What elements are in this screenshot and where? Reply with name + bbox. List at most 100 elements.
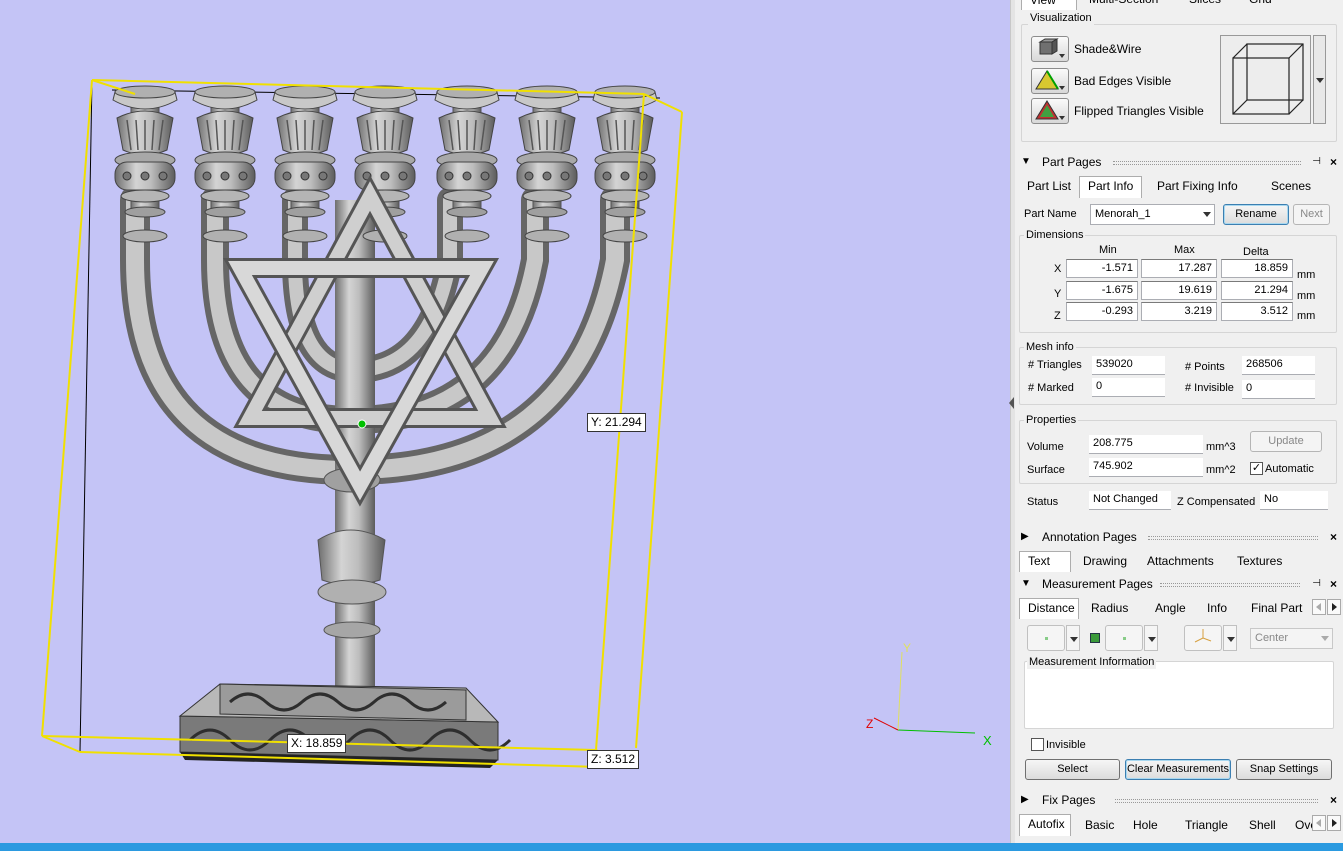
tabs-scroll-left[interactable] — [1312, 599, 1326, 615]
rename-button[interactable]: Rename — [1223, 204, 1289, 225]
points-value: 268506 — [1242, 356, 1315, 375]
chevron-down-icon — [1070, 637, 1078, 642]
tab-textures[interactable]: Textures — [1229, 552, 1290, 572]
select-button[interactable]: Select — [1025, 759, 1120, 780]
surface-unit: mm^2 — [1206, 464, 1236, 476]
model-scene[interactable]: X Y Z — [0, 0, 1010, 843]
close-icon[interactable]: × — [1330, 528, 1337, 546]
tab-slices[interactable]: Slices — [1181, 0, 1229, 10]
expand-triangle-icon[interactable]: ▶ — [1021, 528, 1029, 546]
dim-z-delta[interactable]: 3.512 — [1221, 302, 1293, 321]
bad-edges-icon — [1035, 70, 1065, 90]
chevron-down-icon — [1148, 637, 1156, 642]
fix-tabs-scroll-left[interactable] — [1312, 815, 1326, 831]
tabs-scroll-right[interactable] — [1327, 599, 1341, 615]
dim-x-max[interactable]: 17.287 — [1141, 259, 1217, 278]
collapse-arrow-icon[interactable] — [1009, 397, 1014, 409]
tab-distance[interactable]: Distance — [1019, 598, 1079, 619]
z-compensated-label: Z Compensated — [1177, 496, 1256, 508]
part-name-label: Part Name — [1024, 208, 1077, 220]
dim-z-min[interactable]: -0.293 — [1066, 302, 1138, 321]
annotation-pages-header[interactable]: ▶ Annotation Pages × — [1015, 528, 1343, 546]
tab-hole[interactable]: Hole — [1125, 816, 1166, 836]
update-button[interactable]: Update — [1250, 431, 1322, 452]
dim-y-max[interactable]: 19.619 — [1141, 281, 1217, 300]
tab-multi-section[interactable]: Multi-Section — [1081, 0, 1166, 10]
fix-tabs-scroll-right[interactable] — [1327, 815, 1341, 831]
grip-dots — [1113, 161, 1301, 165]
measurement-pages-header[interactable]: ▼ Measurement Pages ⊣ × — [1015, 575, 1343, 593]
dim-z-max[interactable]: 3.219 — [1141, 302, 1217, 321]
dim-y-unit: mm — [1297, 290, 1316, 302]
part-pages-header[interactable]: ▼ Part Pages ⊣ × — [1015, 153, 1343, 171]
tab-overlap[interactable]: Over — [1291, 816, 1313, 836]
tab-scenes[interactable]: Scenes — [1263, 177, 1319, 197]
flipped-triangles-icon — [1035, 100, 1065, 120]
invisible-count-value: 0 — [1242, 380, 1315, 399]
fix-pages-header[interactable]: ▶ Fix Pages × — [1015, 791, 1343, 809]
snap-settings-button[interactable]: Snap Settings — [1236, 759, 1332, 780]
dim-y-delta[interactable]: 21.294 — [1221, 281, 1293, 300]
tab-view[interactable]: View — [1021, 0, 1077, 10]
automatic-checkbox[interactable]: ✓ — [1250, 462, 1263, 475]
tab-part-fixing-info[interactable]: Part Fixing Info — [1149, 177, 1246, 197]
bad-edges-button[interactable] — [1031, 68, 1069, 94]
tab-shell[interactable]: Shell — [1241, 816, 1284, 836]
tab-final-part[interactable]: Final Part — [1243, 599, 1310, 619]
fix-pages-title: Fix Pages — [1042, 793, 1096, 807]
automatic-label: Automatic — [1265, 463, 1314, 475]
axis-snap-button[interactable] — [1184, 625, 1222, 651]
tab-triangle[interactable]: Triangle — [1177, 816, 1236, 836]
part-name-select[interactable]: Menorah_1 — [1090, 204, 1215, 225]
dim-axis-z: Z — [1054, 310, 1061, 322]
tab-autofix[interactable]: Autofix — [1019, 814, 1071, 836]
measure-point-a-dropdown[interactable] — [1066, 625, 1080, 651]
snap-mode-select[interactable]: Center — [1250, 628, 1333, 649]
tab-angle[interactable]: Angle — [1147, 599, 1194, 619]
tab-info[interactable]: Info — [1199, 599, 1235, 619]
view-cube-dropdown[interactable] — [1313, 35, 1326, 124]
next-button[interactable]: Next — [1293, 204, 1330, 225]
pin-icon[interactable]: ⊣ — [1312, 153, 1321, 171]
flipped-triangles-button[interactable] — [1031, 98, 1069, 124]
collapse-triangle-icon[interactable]: ▼ — [1021, 153, 1031, 171]
tab-drawing[interactable]: Drawing — [1075, 552, 1135, 572]
3d-viewport[interactable]: X Y Z Y: 21.294 X: 18.859 Z: 3.512 — [0, 0, 1010, 843]
part-name-value: Menorah_1 — [1095, 208, 1151, 220]
measurement-info-box — [1024, 661, 1334, 729]
dim-axis-x: X — [1054, 263, 1062, 275]
snap-mode-value: Center — [1255, 632, 1289, 644]
tab-text[interactable]: Text — [1019, 551, 1071, 572]
close-icon[interactable]: × — [1330, 153, 1337, 171]
status-label: Status — [1027, 496, 1059, 508]
pin-icon[interactable]: ⊣ — [1312, 575, 1321, 593]
clear-measurements-button[interactable]: Clear Measurements — [1125, 759, 1231, 780]
annotation-pages-title: Annotation Pages — [1042, 530, 1137, 544]
dim-x-min[interactable]: -1.571 — [1066, 259, 1138, 278]
shade-wire-button[interactable] — [1031, 36, 1069, 62]
dim-y-min[interactable]: -1.675 — [1066, 281, 1138, 300]
dim-x-delta[interactable]: 18.859 — [1221, 259, 1293, 278]
expand-triangle-icon[interactable]: ▶ — [1021, 791, 1029, 809]
measure-point-b-dropdown[interactable] — [1144, 625, 1158, 651]
axis-snap-dropdown[interactable] — [1223, 625, 1237, 651]
tab-radius[interactable]: Radius — [1083, 599, 1136, 619]
measure-point-a-button[interactable] — [1027, 625, 1065, 651]
tab-basic[interactable]: Basic — [1077, 816, 1122, 836]
close-icon[interactable]: × — [1330, 791, 1337, 809]
tab-grid[interactable]: Grid — [1241, 0, 1280, 10]
measure-point-b-button[interactable] — [1105, 625, 1143, 651]
view-cube-preview[interactable] — [1220, 35, 1311, 124]
tab-part-list[interactable]: Part List — [1019, 177, 1079, 197]
chevron-down-icon — [1203, 212, 1211, 217]
surface-value: 745.902 — [1089, 458, 1203, 477]
chevron-right-icon — [1332, 819, 1337, 827]
invisible-checkbox[interactable] — [1031, 738, 1044, 751]
marked-value: 0 — [1092, 378, 1165, 397]
pick-point-marker — [357, 419, 367, 429]
tab-attachments[interactable]: Attachments — [1139, 552, 1222, 572]
collapse-triangle-icon[interactable]: ▼ — [1021, 575, 1031, 593]
tab-part-info[interactable]: Part Info — [1079, 176, 1143, 198]
grip-dots — [1148, 536, 1318, 540]
close-icon[interactable]: × — [1330, 575, 1337, 593]
